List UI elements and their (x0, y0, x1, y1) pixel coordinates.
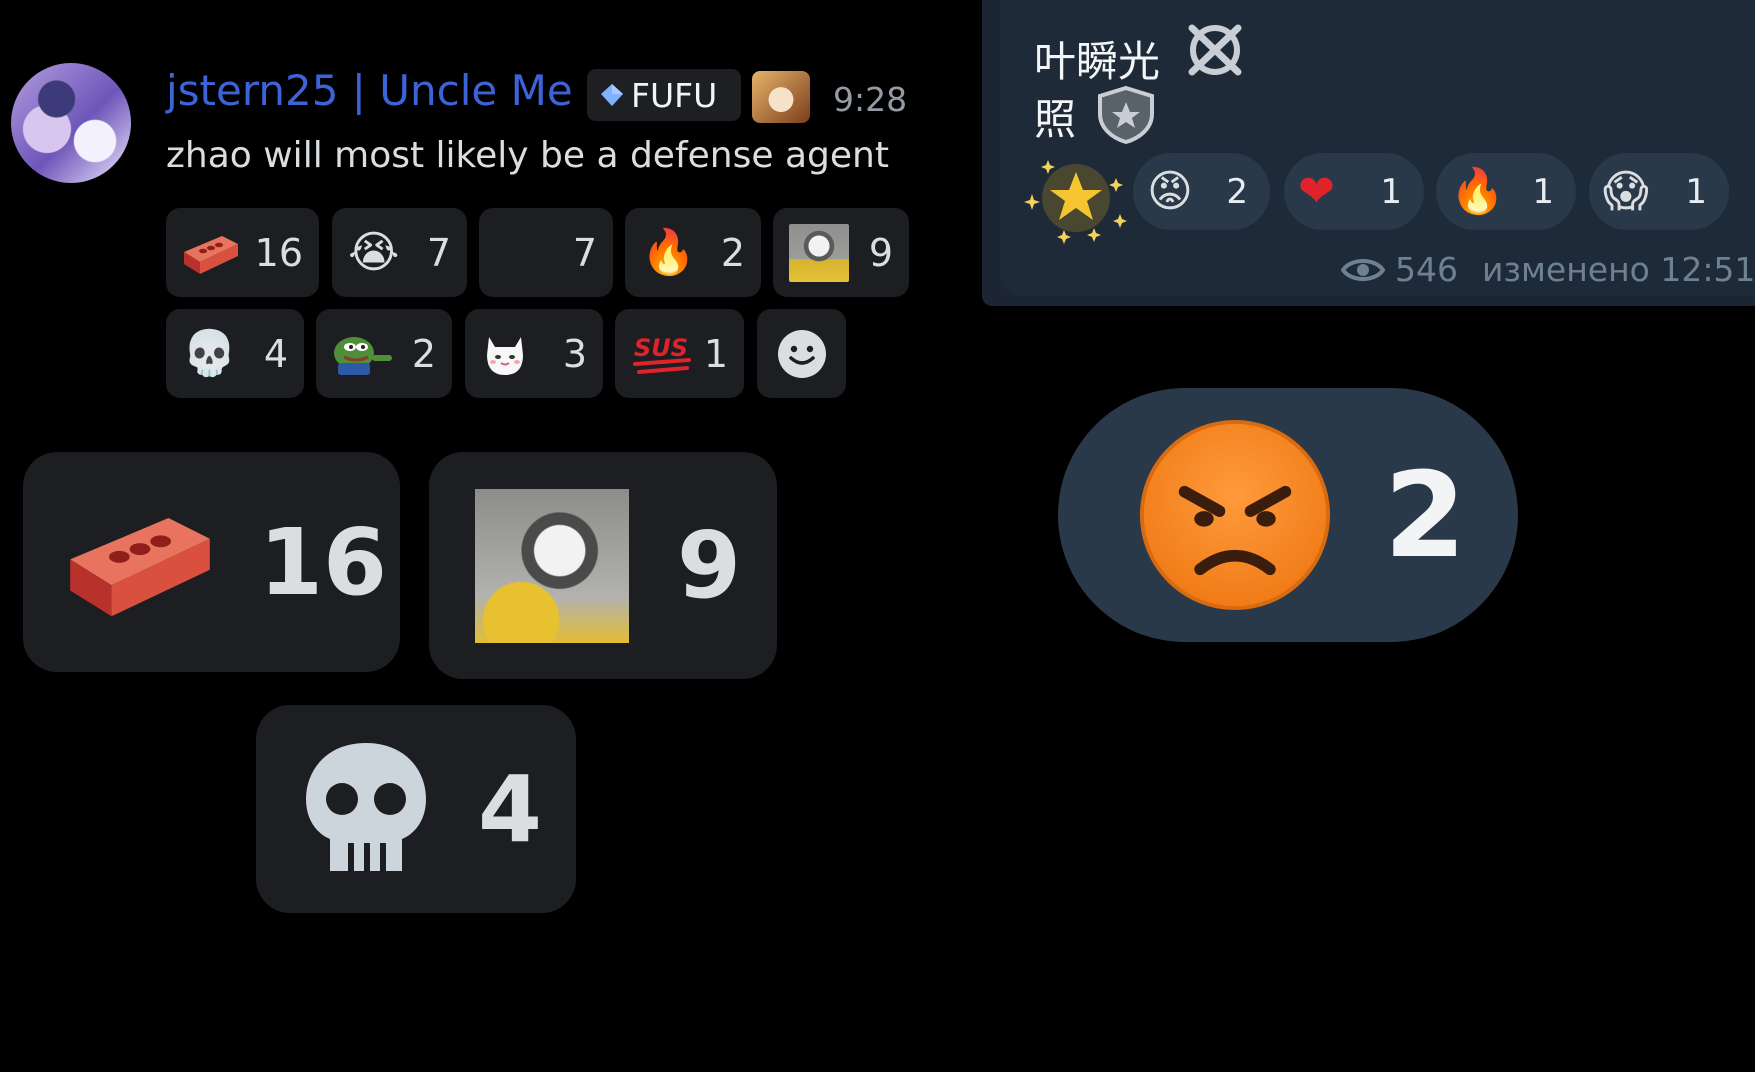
view-count: 546 (1395, 250, 1458, 289)
svg-text:SUS: SUS (634, 334, 688, 362)
reaction-blank[interactable]: 7 (479, 208, 613, 297)
reaction-pepe[interactable]: 2 (316, 309, 452, 398)
shield-badge-icon (1098, 85, 1154, 144)
reaction-fire[interactable]: 🔥 2 (625, 208, 761, 297)
username[interactable]: jstern25 | Uncle Me (166, 66, 573, 115)
reaction-angry[interactable]: 😡 2 (1133, 153, 1270, 230)
reaction-count: 1 (1685, 171, 1707, 212)
reaction-count: 7 (572, 230, 597, 275)
fire-icon: 🔥 (1450, 165, 1505, 217)
loudly-crying-face-icon: 😭 (348, 226, 400, 278)
screaming-rooster-photo-icon (789, 223, 849, 282)
crossed-swords-badge-icon (1188, 24, 1242, 76)
eye-icon (1341, 258, 1385, 281)
reaction-count: 16 (259, 508, 388, 616)
reaction-count: 7 (426, 230, 451, 275)
sparkle-star-icon (1024, 160, 1127, 244)
reaction-count: 3 (562, 331, 587, 376)
role-badge-image (752, 71, 810, 123)
skull-icon (306, 743, 426, 871)
message-text: zhao will most likely be a defense agent (166, 135, 889, 176)
reaction-count: 4 (263, 331, 288, 376)
reaction-count: 2 (411, 331, 436, 376)
reaction-crying[interactable]: 😭 7 (332, 208, 467, 297)
sus-sticker-icon: SUS (633, 334, 691, 374)
server-tag-label: FUFU (631, 75, 718, 115)
screaming-rooster-photo-icon (475, 488, 629, 643)
reaction-count: 9 (677, 512, 742, 619)
edited-time: изменено 12:51 (1482, 250, 1755, 289)
post-line-1: 叶瞬光 (1034, 28, 1160, 89)
post-line-2-text: 照 (1034, 95, 1077, 144)
reaction-skull[interactable]: 💀 4 (166, 309, 304, 398)
reaction-count: 2 (1226, 171, 1248, 212)
fire-icon: 🔥 (641, 226, 696, 278)
zoomed-reaction-brick: 16 (23, 452, 400, 672)
red-heart-icon: ❤ (1298, 165, 1335, 217)
skull-icon: 💀 (182, 327, 237, 379)
reaction-count: 4 (478, 755, 543, 863)
reaction-count: 1 (703, 331, 728, 376)
reaction-count: 16 (254, 230, 303, 275)
zoomed-reaction-angry: 2 (1058, 388, 1518, 642)
blank-emoji-icon (495, 231, 539, 275)
server-tag[interactable]: FUFU (587, 69, 741, 121)
post-line-2: 照 (1034, 86, 1076, 147)
reaction-rooster[interactable]: 9 (773, 208, 909, 297)
add-reaction-icon (777, 329, 826, 378)
pepe-frog-pointing-icon (334, 336, 392, 375)
reaction-cat[interactable]: 3 (465, 309, 603, 398)
user-avatar[interactable] (11, 63, 131, 183)
screaming-face-icon: 😱 (1603, 165, 1649, 217)
message-meta: 546 изменено 12:51 (1341, 250, 1755, 289)
reaction-count: 9 (868, 230, 893, 275)
reaction-sus[interactable]: SUS 1 (615, 309, 744, 398)
message-timestamp: 9:28 (833, 80, 908, 119)
gem-icon (601, 84, 623, 106)
reaction-heart[interactable]: ❤ 1 (1284, 153, 1424, 230)
zoomed-reaction-rooster: 9 (429, 452, 777, 679)
reaction-sparkle-star[interactable] (1020, 150, 1132, 246)
reaction-fire[interactable]: 🔥 1 (1436, 153, 1576, 230)
brick-icon (70, 518, 210, 617)
add-reaction-button[interactable] (757, 309, 846, 398)
zoomed-reaction-skull: 4 (256, 705, 576, 913)
reaction-screaming[interactable]: 😱 1 (1589, 153, 1729, 230)
angry-face-icon (1139, 419, 1331, 611)
reaction-count: 1 (1532, 171, 1554, 212)
reaction-count: 2 (720, 230, 745, 275)
post-line-1-text: 叶瞬光 (1034, 37, 1161, 86)
angry-face-icon: 😡 (1147, 165, 1193, 217)
brick-icon (184, 235, 238, 274)
reaction-count: 1 (1380, 171, 1402, 212)
reaction-brick[interactable]: 16 (166, 208, 319, 297)
white-cat-icon (487, 336, 523, 375)
reaction-count: 2 (1384, 446, 1467, 584)
